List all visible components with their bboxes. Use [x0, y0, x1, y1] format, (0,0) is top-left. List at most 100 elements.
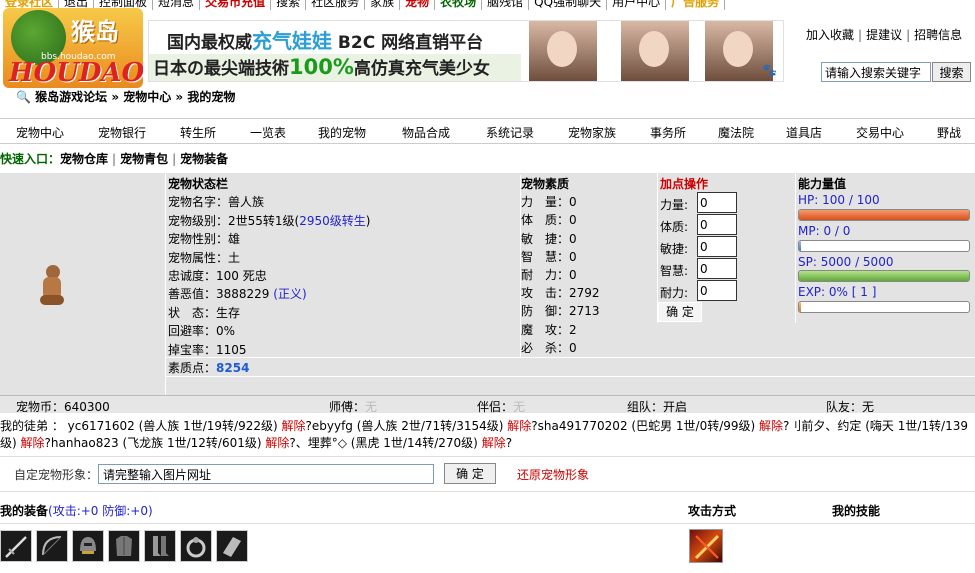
- nav-office[interactable]: 事务所: [650, 124, 686, 141]
- apprentice-text: ?刂前夕、约定 (嗨天 1世/1转/139: [783, 419, 968, 433]
- pet-evade: 回避率：0%: [168, 324, 236, 339]
- add-endurance-input[interactable]: [697, 280, 737, 301]
- pet-gender: 宠物性别：雄: [168, 232, 241, 247]
- banner-photo-2: [621, 21, 689, 81]
- breadcrumb-text[interactable]: 猴岛游戏论坛 » 宠物中心 » 我的宠物: [35, 90, 235, 104]
- nav-trade-center[interactable]: 交易中心: [856, 124, 904, 141]
- dismiss-apprentice-link[interactable]: 解除: [482, 436, 506, 450]
- add-favorite-link[interactable]: 加入收藏: [806, 28, 854, 42]
- top-nav-item[interactable]: 家族: [365, 0, 401, 10]
- hp-bar: [798, 209, 970, 221]
- add-points-title: 加点操作: [660, 177, 709, 191]
- quick-link-equipment[interactable]: 宠物装备: [180, 152, 228, 166]
- teammate-field: 队友：无: [826, 400, 875, 414]
- pet-panel: 宠物状态栏 宠物名字：兽人族 宠物级别：2世55转1级(2950级转生) 宠物性…: [0, 173, 975, 395]
- quality-strength: 力 量：0: [521, 195, 577, 210]
- search-input[interactable]: [821, 62, 931, 82]
- add-points-confirm-button[interactable]: 确 定: [658, 302, 702, 322]
- quick-link-warehouse[interactable]: 宠物仓库: [60, 152, 108, 166]
- apprentice-text: ?sha491770202 (巴蛇男 1世/0转/99级): [531, 419, 760, 433]
- nav-synthesis[interactable]: 物品合成: [402, 124, 450, 141]
- breadcrumb: 🔍 猴岛游戏论坛 » 宠物中心 » 我的宠物: [16, 88, 235, 105]
- nav-records[interactable]: 系统记录: [486, 124, 534, 141]
- exp-bar: [798, 301, 970, 313]
- bow-icon[interactable]: [36, 530, 68, 562]
- nav-overview[interactable]: 一览表: [250, 124, 286, 141]
- quality-wisdom: 智 慧：0: [521, 249, 577, 264]
- nav-field-battle[interactable]: 野战: [937, 124, 961, 141]
- nav-my-pet[interactable]: 我的宠物: [318, 124, 366, 141]
- jobs-link[interactable]: 招聘信息: [914, 28, 962, 42]
- top-nav-item[interactable]: 脑残馆: [482, 0, 530, 10]
- bracer-icon[interactable]: [216, 530, 248, 562]
- top-nav-item[interactable]: 短消息: [153, 0, 201, 10]
- quality-attack: 攻 击：2792: [521, 286, 600, 301]
- partner-field: 伴侣：无: [477, 400, 526, 414]
- top-nav-item[interactable]: 广告服务: [666, 0, 726, 10]
- apprentice-line-1: 我的徒弟 ： yc6171602 (兽人族 1世/19转/922级) 解除?eb…: [0, 418, 975, 435]
- pet-coins: 宠物币：640300: [16, 400, 110, 414]
- ad-banner[interactable]: 国内最权威充气娃娃 B2C 网络直销平台 日本の最尖端技術100%高仿真充气美少…: [148, 20, 784, 82]
- add-constitution-input[interactable]: [697, 214, 737, 235]
- dismiss-apprentice-link[interactable]: 解除: [21, 436, 45, 450]
- search-button[interactable]: 搜索: [932, 62, 971, 82]
- dismiss-apprentice-link[interactable]: 解除: [507, 419, 531, 433]
- top-nav-item[interactable]: QQ强制聊天: [529, 0, 608, 10]
- top-nav-item[interactable]: 宠物: [400, 0, 436, 10]
- dismiss-apprentice-link[interactable]: 解除: [281, 419, 305, 433]
- helmet-icon[interactable]: [72, 530, 104, 562]
- ability-title: 能力量值: [798, 177, 847, 191]
- nav-pet-center[interactable]: 宠物中心: [16, 124, 64, 141]
- apprentice-list: 我的徒弟 ： yc6171602 (兽人族 1世/19转/922级) 解除?eb…: [0, 418, 975, 452]
- pet-image-area: [0, 173, 166, 395]
- top-nav-item[interactable]: 用户中心: [607, 0, 667, 10]
- pet-status-title: 宠物状态栏: [168, 177, 229, 191]
- quality-critical: 必 杀：0: [521, 340, 577, 355]
- pet-state: 状 态：生存: [168, 305, 241, 320]
- custom-image-label: 自定宠物形象：: [14, 468, 99, 482]
- hp-label: HP: 100 / 100: [798, 193, 880, 207]
- dismiss-apprentice-link[interactable]: 解除: [265, 436, 289, 450]
- top-nav-item[interactable]: 社区服务: [306, 0, 366, 10]
- custom-image-row: 自定宠物形象： 确 定 还原宠物形象: [0, 456, 975, 492]
- restore-image-link[interactable]: 还原宠物形象: [517, 466, 589, 483]
- dismiss-apprentice-link[interactable]: 解除: [759, 419, 783, 433]
- my-skills-title: 我的技能: [832, 504, 881, 518]
- add-strength-input[interactable]: [697, 192, 737, 213]
- nav-pet-bank[interactable]: 宠物银行: [98, 124, 146, 141]
- equipment-header: 我的装备(攻击:+0 防御:+0) 攻击方式 我的技能: [0, 502, 975, 524]
- custom-image-url-input[interactable]: [98, 464, 434, 484]
- team-field: 组队：开启: [627, 400, 688, 414]
- rebirth-level-link[interactable]: 2950级转生: [299, 214, 366, 228]
- attack-mode-icon[interactable]: [689, 529, 723, 563]
- nav-pet-family[interactable]: 宠物家族: [568, 124, 616, 141]
- logo-text-cn: 猴岛: [71, 18, 119, 46]
- sword-icon[interactable]: [0, 530, 32, 562]
- suggest-link[interactable]: 提建议: [866, 28, 902, 42]
- master-field: 师傅：无: [329, 400, 378, 414]
- pet-info-row: 宠物币：640300 师傅：无 伴侣：无 组队：开启 队友：无: [0, 395, 975, 414]
- nav-item-shop[interactable]: 道具店: [786, 124, 822, 141]
- top-nav-item[interactable]: 交易市充值: [200, 0, 272, 10]
- quick-link-bag[interactable]: 宠物青包: [120, 152, 168, 166]
- top-nav-item[interactable]: 搜索: [271, 0, 307, 10]
- quality-agility: 敏 捷：0: [521, 231, 577, 246]
- add-agility-input[interactable]: [697, 236, 737, 257]
- top-nav-item[interactable]: 农牧场: [435, 0, 483, 10]
- apprentice-line-2: 级) 解除?hanhao823 (飞龙族 1世/12转/601级) 解除?、埋葬…: [0, 435, 975, 452]
- add-wisdom-input[interactable]: [697, 258, 737, 279]
- apprentice-text: 我的徒弟 ： yc6171602 (兽人族 1世/19转/922级): [0, 419, 282, 433]
- banner-line-2: 日本の最尖端技術100%高仿真充气美少女: [149, 54, 521, 81]
- apprentice-text: 级): [0, 436, 21, 450]
- armor-icon[interactable]: [108, 530, 140, 562]
- boots-icon[interactable]: [144, 530, 176, 562]
- nav-magic-hall[interactable]: 魔法院: [718, 124, 754, 141]
- search-icon: 🔍: [16, 90, 31, 104]
- pet-name: 宠物名字：兽人族: [168, 195, 265, 210]
- nav-rebirth[interactable]: 转生所: [180, 124, 216, 141]
- custom-image-confirm-button[interactable]: 确 定: [444, 463, 496, 484]
- equipment-stats: (攻击:+0 防御:+0): [48, 504, 153, 518]
- karma-link[interactable]: (正义): [273, 287, 306, 301]
- ring-icon[interactable]: [180, 530, 212, 562]
- site-logo[interactable]: 猴岛 bbs.houdao.com HOUDAO: [3, 8, 143, 88]
